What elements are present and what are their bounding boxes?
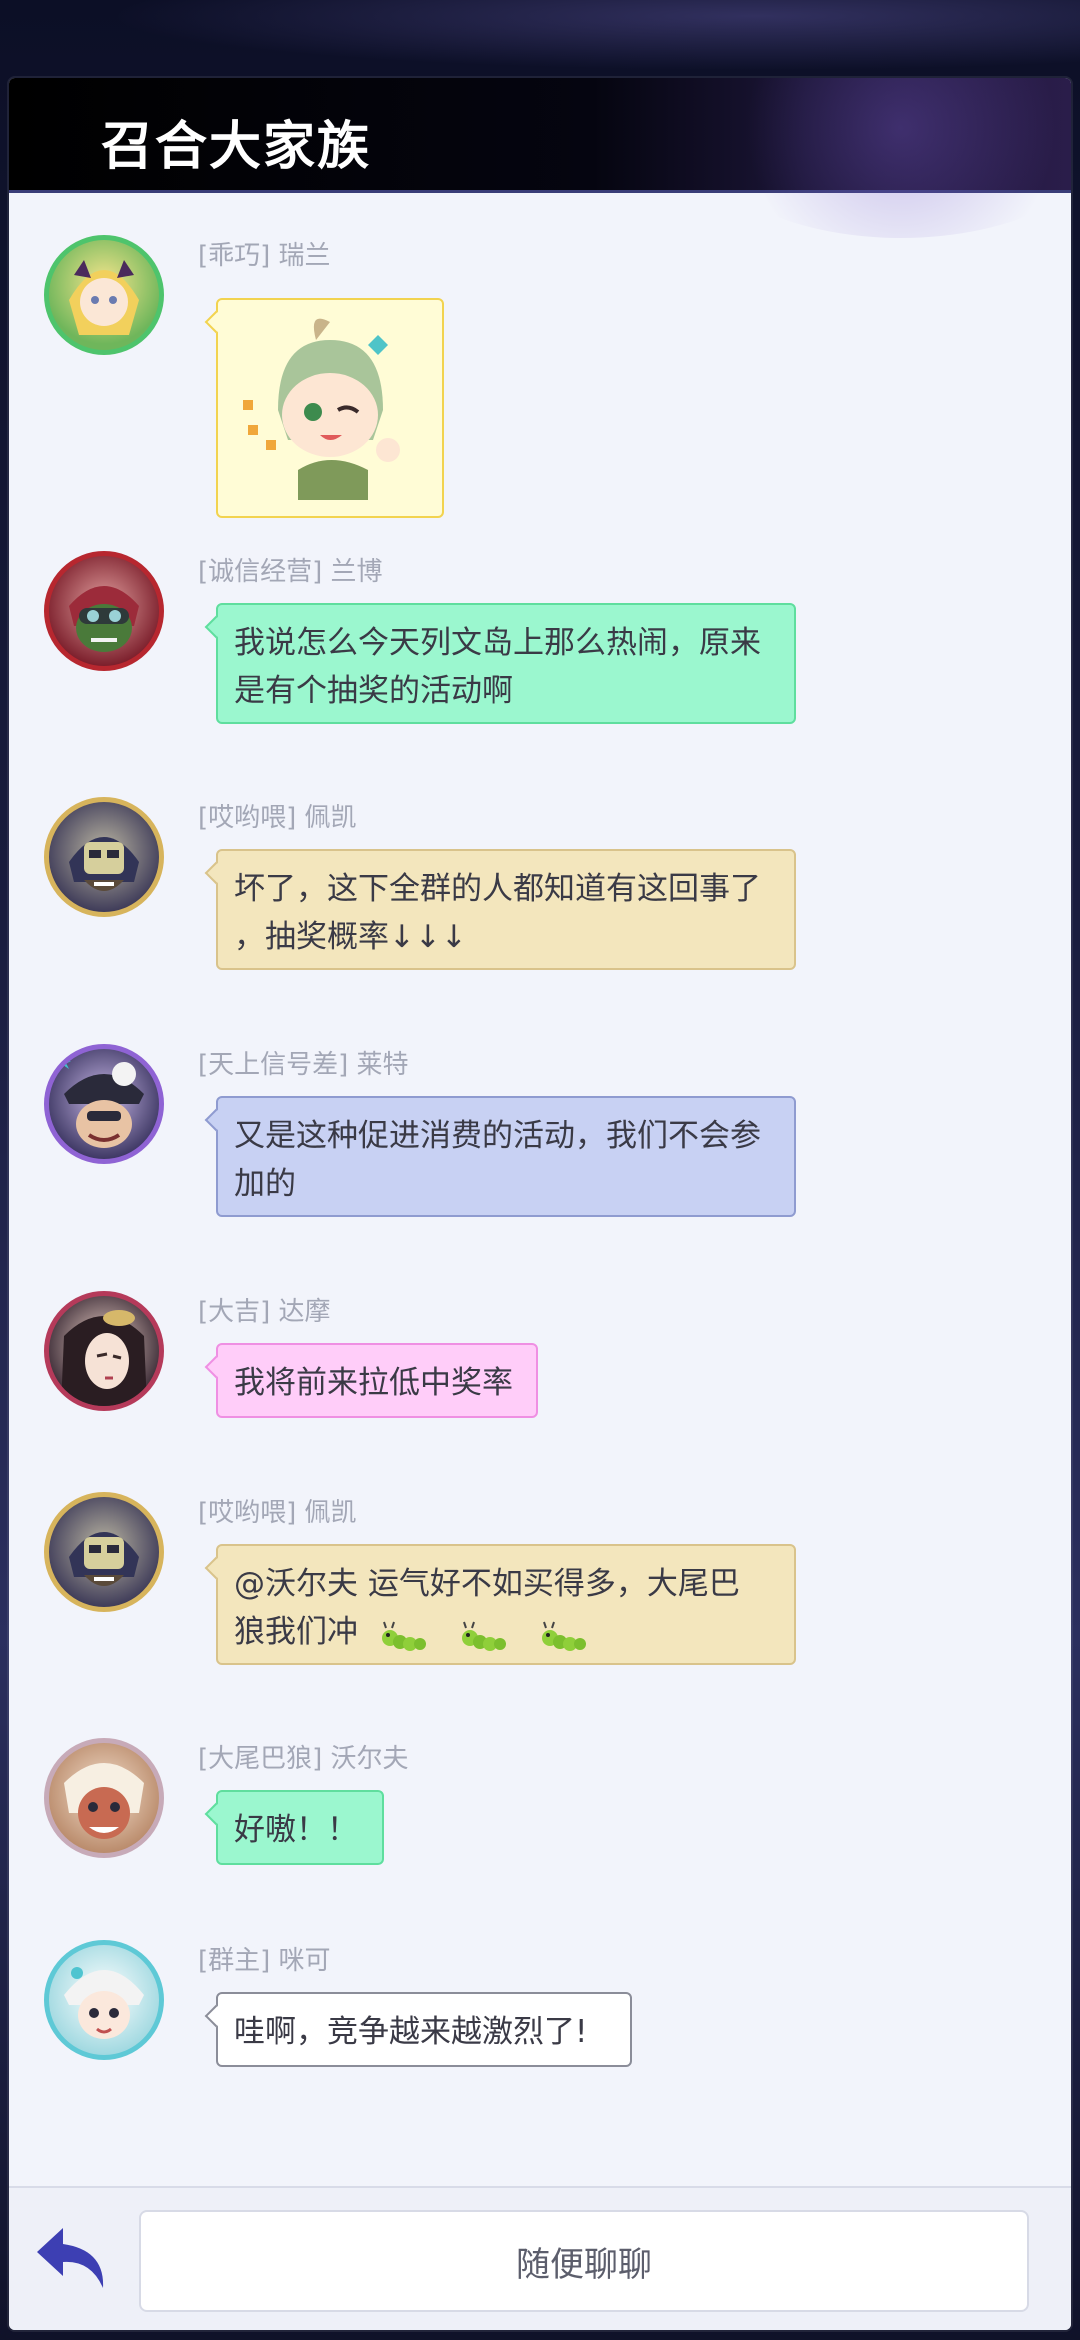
pei-kai-avatar-icon: [69, 1532, 139, 1586]
pei-kai-avatar-icon: [69, 837, 139, 891]
back-button[interactable]: [33, 2224, 115, 2294]
header-decoration: [691, 78, 1071, 238]
message-text-line: 我将前来拉低中奖率: [234, 1365, 513, 1401]
back-arrow-icon: [37, 2228, 104, 2288]
message-bubble[interactable]: 又是这种促进消费的活动，我们不会参 加的: [216, 1096, 796, 1217]
lan-bo-avatar-icon: [69, 586, 139, 652]
message-bubble[interactable]: 哇啊，竞争越来越激烈了!: [216, 1992, 632, 2067]
caterpillar-emoji-icon: [381, 1621, 426, 1651]
sender-name: [大尾巴狼] 沃尔夫: [198, 1744, 409, 1774]
chat-input[interactable]: 随便聊聊: [139, 2210, 1029, 2312]
caterpillar-emoji-icon: [461, 1621, 506, 1651]
avatar[interactable]: [44, 797, 164, 917]
avatar[interactable]: [44, 235, 164, 355]
avatar[interactable]: [44, 1291, 164, 1411]
message-bubble[interactable]: 我将前来拉低中奖率: [216, 1343, 538, 1418]
message-text-line: ，抽奖概率↓↓↓: [234, 919, 467, 955]
avatar[interactable]: [44, 1044, 164, 1164]
message-text-line: @沃尔夫 运气好不如买得多，大尾巴: [234, 1566, 740, 1602]
message-text-line: 坏了，这下全群的人都知道有这回事了: [234, 871, 761, 907]
sender-name: [哎哟喂] 佩凯: [198, 803, 357, 833]
chat-panel: 召合大家族 [乖巧] 瑞兰 [诚信经营] 兰博 我说怎么今天列文岛上那么热闹，原…: [9, 78, 1071, 2330]
sender-name: [群主] 咪可: [198, 1946, 331, 1976]
message-text-line-with-emoji: 狼我们冲: [234, 1608, 778, 1656]
background-glow: [0, 0, 1080, 80]
sender-name: [大吉] 达摩: [198, 1297, 331, 1327]
message-bubble[interactable]: @沃尔夫 运气好不如买得多，大尾巴 狼我们冲: [216, 1544, 796, 1665]
da-mo-avatar-icon: [61, 1310, 147, 1406]
sticker-image: [243, 318, 400, 500]
chat-header: 召合大家族: [9, 78, 1071, 238]
lai-te-avatar-icon: [57, 1057, 144, 1148]
message-text-line: 好嗷！！: [234, 1812, 358, 1848]
message-text-line: 我说怎么今天列文岛上那么热闹，原来: [234, 625, 761, 661]
message-text-line: 又是这种促进消费的活动，我们不会参: [234, 1118, 761, 1154]
group-title: 召合大家族: [101, 116, 372, 177]
chat-input-placeholder: 随便聊聊: [516, 2244, 652, 2285]
wo-er-fu-avatar-icon: [64, 1763, 144, 1839]
sender-name: [乖巧] 瑞兰: [198, 241, 331, 271]
avatar[interactable]: [44, 1492, 164, 1612]
avatar[interactable]: [44, 1940, 164, 2060]
message-bubble[interactable]: 坏了，这下全群的人都知道有这回事了 ，抽奖概率↓↓↓: [216, 849, 796, 970]
rui-lan-avatar-icon: [69, 260, 139, 335]
message-text-fragment: 狼我们冲: [234, 1614, 358, 1650]
sticker-bubble[interactable]: [216, 298, 444, 518]
message-text-line: 加的: [234, 1166, 296, 1202]
sender-name: [诚信经营] 兰博: [198, 557, 383, 587]
chat-footer: 随便聊聊: [9, 2186, 1071, 2330]
caterpillar-emoji-icon: [541, 1621, 586, 1651]
sender-name: [哎哟喂] 佩凯: [198, 1498, 357, 1528]
message-text-line: 是有个抽奖的活动啊: [234, 673, 513, 709]
message-bubble[interactable]: 好嗷！！: [216, 1790, 384, 1865]
avatar[interactable]: [44, 1738, 164, 1858]
mi-ke-avatar-icon: [64, 1967, 144, 2039]
message-bubble[interactable]: 我说怎么今天列文岛上那么热闹，原来 是有个抽奖的活动啊: [216, 603, 796, 724]
sender-name: [天上信号差] 莱特: [198, 1050, 409, 1080]
message-text-line: 哇啊，竞争越来越激烈了!: [234, 2014, 588, 2050]
avatar[interactable]: [44, 551, 164, 671]
